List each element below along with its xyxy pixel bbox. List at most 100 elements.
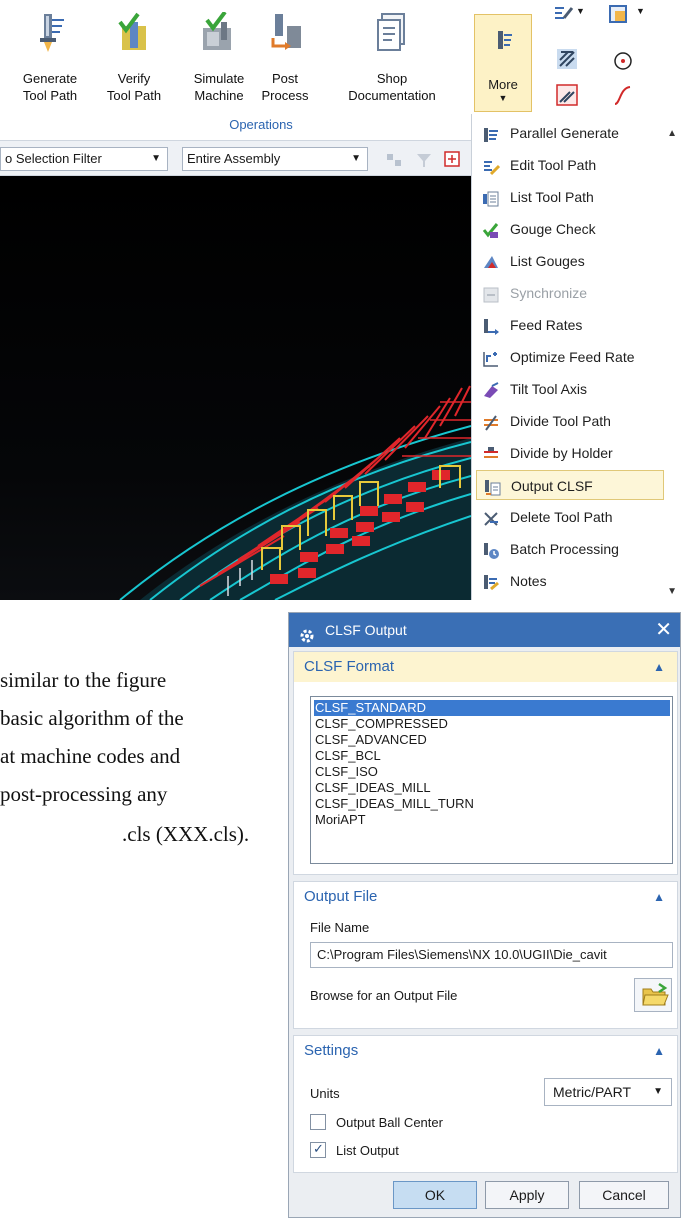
- chevron-up-icon[interactable]: ▲: [653, 652, 665, 682]
- post-process-label: Post Process: [261, 71, 309, 103]
- list-gouges-icon: [482, 252, 500, 270]
- tool-path-edit-icon[interactable]: [552, 4, 574, 26]
- shop-documentation-label: Shop Documentation: [348, 71, 436, 103]
- list-item[interactable]: CLSF_STANDARD: [314, 700, 670, 716]
- menu-item-divide-by-holder[interactable]: Divide by Holder: [476, 438, 664, 468]
- divide-tool-path-icon: [482, 412, 500, 431]
- more-dropdown-menu: ▲ ▼ Parallel Generate Edit Tool Path Lis…: [471, 114, 681, 600]
- assembly-scope-dropdown[interactable]: Entire Assembly ▼: [182, 147, 368, 171]
- notes-icon: [482, 572, 500, 591]
- list-item[interactable]: CLSF_IDEAS_MILL: [314, 780, 670, 796]
- chevron-up-icon[interactable]: ▲: [653, 882, 665, 912]
- verify-tool-path-button[interactable]: Verify Tool Path: [100, 0, 168, 118]
- units-label: Units: [310, 1086, 340, 1101]
- chevron-up-icon[interactable]: ▲: [653, 1036, 665, 1066]
- list-item[interactable]: CLSF_IDEAS_MILL_TURN: [314, 796, 670, 812]
- clsf-format-header[interactable]: CLSF Format ▲: [294, 652, 677, 682]
- list-item[interactable]: CLSF_COMPRESSED: [314, 716, 670, 732]
- batch-processing-icon: [482, 540, 500, 559]
- file-name-input[interactable]: C:\Program Files\Siemens\NX 10.0\UGII\Di…: [310, 942, 673, 968]
- hatch-box-icon[interactable]: [556, 48, 578, 70]
- operations-group-label: Operations: [229, 117, 293, 132]
- output-clsf-icon: [483, 477, 501, 496]
- chevron-down-icon[interactable]: ▼: [636, 6, 658, 28]
- output-ball-center-checkbox[interactable]: [310, 1114, 326, 1130]
- output-ball-center-label: Output Ball Center: [336, 1115, 443, 1130]
- menu-item-edit-tool-path[interactable]: Edit Tool Path: [476, 150, 664, 180]
- simulate-machine-icon: [199, 10, 239, 54]
- list-item[interactable]: CLSF_BCL: [314, 748, 670, 764]
- verify-tool-path-label: Verify Tool Path: [106, 71, 162, 103]
- clsf-format-section: CLSF Format ▲ CLSF_STANDARD CLSF_COMPRES…: [293, 651, 678, 875]
- menu-item-optimize-feed-rate[interactable]: Optimize Feed Rate: [476, 342, 664, 372]
- clsf-format-list[interactable]: CLSF_STANDARD CLSF_COMPRESSED CLSF_ADVAN…: [310, 696, 673, 864]
- output-file-header[interactable]: Output File ▲: [294, 882, 677, 912]
- display-options-icon[interactable]: [608, 4, 630, 26]
- list-item[interactable]: MoriAPT: [314, 812, 670, 828]
- more-button[interactable]: More ▼: [474, 14, 532, 112]
- ok-button[interactable]: OK: [393, 1181, 477, 1209]
- region-hatch-icon[interactable]: [556, 84, 578, 106]
- menu-item-batch-processing[interactable]: Batch Processing: [476, 534, 664, 564]
- dialog-title: CLSF Output: [325, 622, 407, 638]
- list-output-checkbox[interactable]: [310, 1141, 326, 1158]
- filter-icon[interactable]: [414, 149, 436, 171]
- post-process-icon: [265, 12, 305, 54]
- folder-open-icon: [642, 982, 669, 1006]
- chevron-down-icon: ▼: [151, 153, 161, 164]
- selection-filter-dropdown[interactable]: o Selection Filter ▼: [0, 147, 168, 171]
- curve-icon[interactable]: [612, 84, 634, 106]
- clsf-output-dialog: CLSF Output ✕ CLSF Format ▲ CLSF_STANDAR…: [288, 612, 681, 1218]
- generate-tool-path-icon: [30, 12, 70, 54]
- menu-item-list-gouges[interactable]: List Gouges: [476, 246, 664, 276]
- post-process-button[interactable]: Post Process: [252, 0, 318, 118]
- menu-item-tilt-tool-axis[interactable]: Tilt Tool Axis: [476, 374, 664, 404]
- feed-rates-icon: [482, 316, 500, 335]
- chevron-down-icon: ▼: [351, 153, 361, 164]
- menu-item-gouge-check[interactable]: Gouge Check: [476, 214, 664, 244]
- list-item[interactable]: CLSF_ADVANCED: [314, 732, 670, 748]
- divide-by-holder-icon: [482, 444, 500, 462]
- dialog-title-bar[interactable]: CLSF Output ✕: [289, 613, 680, 647]
- apply-button[interactable]: Apply: [485, 1181, 569, 1209]
- verify-tool-path-icon: [114, 12, 154, 54]
- menu-item-list-tool-path[interactable]: List Tool Path: [476, 182, 664, 212]
- graphics-viewport[interactable]: [0, 176, 471, 600]
- settings-section: Settings ▲ Units Metric/PART ▼ Output Bal…: [293, 1035, 678, 1173]
- generate-tool-path-label: Generate Tool Path: [22, 71, 78, 103]
- body-text-line: similar to the figure: [0, 668, 167, 692]
- body-text-line: basic algorithm of the: [0, 706, 184, 730]
- shop-documentation-button[interactable]: Shop Documentation: [322, 0, 462, 118]
- menu-item-parallel-generate[interactable]: Parallel Generate: [476, 118, 664, 148]
- body-text-line: .cls (XXX.cls).: [122, 822, 250, 846]
- simulate-machine-label: Simulate Machine: [193, 71, 245, 103]
- chevron-down-icon: ▼: [498, 93, 508, 103]
- menu-item-divide-tool-path[interactable]: Divide Tool Path: [476, 406, 664, 436]
- close-icon[interactable]: ✕: [655, 613, 672, 647]
- snap-icon[interactable]: [384, 149, 406, 171]
- scroll-down-icon[interactable]: ▼: [667, 586, 677, 597]
- body-text-line: at machine codes and: [0, 744, 181, 768]
- cancel-button[interactable]: Cancel: [579, 1181, 669, 1209]
- list-output-label: List Output: [336, 1143, 399, 1158]
- menu-item-feed-rates[interactable]: Feed Rates: [476, 310, 664, 340]
- more-tool-icon: [492, 29, 516, 53]
- body-text-line: post-processing any: [0, 782, 168, 806]
- point-snap-icon[interactable]: [442, 149, 464, 171]
- menu-item-delete-tool-path[interactable]: Delete Tool Path: [476, 502, 664, 532]
- file-name-label: File Name: [310, 920, 370, 935]
- menu-item-notes[interactable]: Notes: [476, 566, 664, 596]
- chevron-down-icon[interactable]: ▼: [576, 6, 598, 28]
- browse-label: Browse for an Output File: [310, 988, 458, 1003]
- browse-button[interactable]: [634, 978, 672, 1012]
- circle-point-icon[interactable]: [612, 50, 634, 72]
- generate-tool-path-button[interactable]: Generate Tool Path: [0, 0, 100, 118]
- gear-icon[interactable]: [299, 622, 315, 643]
- list-item[interactable]: CLSF_ISO: [314, 764, 670, 780]
- menu-item-output-clsf[interactable]: Output CLSF: [476, 470, 664, 500]
- simulate-machine-button[interactable]: Simulate Machine: [186, 0, 252, 118]
- settings-header[interactable]: Settings ▲: [294, 1036, 677, 1066]
- scroll-up-icon[interactable]: ▲: [667, 128, 677, 139]
- menu-item-synchronize: Synchronize: [476, 278, 664, 308]
- units-dropdown[interactable]: Metric/PART ▼: [544, 1078, 672, 1106]
